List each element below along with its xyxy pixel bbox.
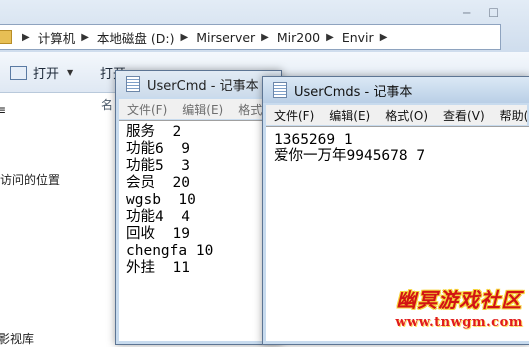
open-icon xyxy=(10,65,27,80)
text-line: 外挂 11 xyxy=(126,260,190,276)
nav-item-video-library[interactable]: 影视库 xyxy=(0,330,34,347)
column-header-name[interactable]: 名 xyxy=(101,96,113,113)
text-line: wgsb 10 xyxy=(126,192,196,208)
site-watermark: 幽冥游戏社区 www.tnwgm.com xyxy=(395,284,523,330)
notepad-window-usercmd[interactable]: UserCmd - 记事本 文件(F) 编辑(E) 格式( 服务 2 功能6 9… xyxy=(115,70,282,345)
watermark-name: 幽冥游戏社区 xyxy=(396,288,523,312)
breadcrumb-drive-d[interactable]: 本地磁盘 (D:) ▶ xyxy=(97,28,196,47)
window-title: UserCmd - 记事本 xyxy=(147,78,259,94)
nav-item-fragment[interactable]: ≡ xyxy=(0,103,6,117)
breadcrumb-envir[interactable]: Envir ▶ xyxy=(342,30,396,45)
text-line: 回收 19 xyxy=(126,226,190,242)
text-line: chengfa 10 xyxy=(126,243,214,259)
minimize-icon[interactable]: ─ xyxy=(463,6,470,20)
text-line: 1365269 1 xyxy=(274,132,353,148)
breadcrumb-mir200[interactable]: Mir200 ▶ xyxy=(277,30,342,45)
notepad-icon xyxy=(126,76,140,92)
menu-file[interactable]: 文件(F) xyxy=(119,101,174,118)
text-line: 功能5 3 xyxy=(126,158,190,174)
nav-item-recent-places[interactable]: 访问的位置 xyxy=(0,171,60,188)
menu-edit[interactable]: 编辑(E) xyxy=(321,107,377,124)
breadcrumb-sep-start[interactable]: ▶ xyxy=(16,32,38,43)
navigation-pane: ≡ 访问的位置 影视库 xyxy=(0,93,112,346)
chevron-right-icon[interactable]: ▶ xyxy=(261,32,269,43)
dropdown-arrow-icon: ▼ xyxy=(67,68,74,77)
menu-view[interactable]: 查看(V) xyxy=(435,107,492,124)
chevron-right-icon[interactable]: ▶ xyxy=(181,32,189,43)
text-line: 会员 20 xyxy=(126,175,190,191)
text-editor-area[interactable]: 服务 2 功能6 9 功能5 3 会员 20 wgsb 10 功能4 4 回收 … xyxy=(119,120,278,341)
menu-bar: 文件(F) 编辑(E) 格式(O) 查看(V) 帮助(H) xyxy=(266,105,527,125)
chevron-right-icon[interactable]: ▶ xyxy=(326,32,334,43)
menu-format[interactable]: 格式(O) xyxy=(377,107,435,124)
breadcrumb-computer[interactable]: 计算机 ▶ xyxy=(38,28,97,47)
notepad-titlebar[interactable]: UserCmd - 记事本 xyxy=(116,71,281,97)
address-bar[interactable]: ▶ 计算机 ▶ 本地磁盘 (D:) ▶ Mirserver ▶ Mir200 ▶ Env… xyxy=(0,24,501,50)
text-line: 功能6 9 xyxy=(126,141,190,157)
explorer-header: ─ ☐ ▶ 计算机 ▶ 本地磁盘 (D:) ▶ Mirserver ▶ Mir200 ▶… xyxy=(0,0,529,52)
notepad-titlebar[interactable]: UserCmds - 记事本 xyxy=(263,77,529,103)
watermark-url: www.tnwgm.com xyxy=(395,315,523,330)
menu-edit[interactable]: 编辑(E) xyxy=(174,101,230,118)
notepad-icon xyxy=(273,82,287,98)
menu-file[interactable]: 文件(F) xyxy=(266,107,321,124)
chevron-right-icon[interactable]: ▶ xyxy=(81,32,89,43)
maximize-icon[interactable]: ☐ xyxy=(488,6,499,20)
folder-icon xyxy=(0,30,12,44)
open-button[interactable]: 打开 ▼ xyxy=(10,63,73,82)
chevron-right-icon[interactable]: ▶ xyxy=(380,32,388,43)
text-line: 功能4 4 xyxy=(126,209,190,225)
text-line: 服务 2 xyxy=(126,124,182,140)
window-title: UserCmds - 记事本 xyxy=(294,84,413,100)
window-controls: ─ ☐ xyxy=(463,6,499,20)
menu-bar: 文件(F) 编辑(E) 格式( xyxy=(119,99,278,119)
breadcrumb-mirserver[interactable]: Mirserver ▶ xyxy=(196,30,277,45)
menu-help[interactable]: 帮助(H) xyxy=(492,107,527,124)
text-line: 爱你一万年9945678 7 xyxy=(274,148,426,164)
